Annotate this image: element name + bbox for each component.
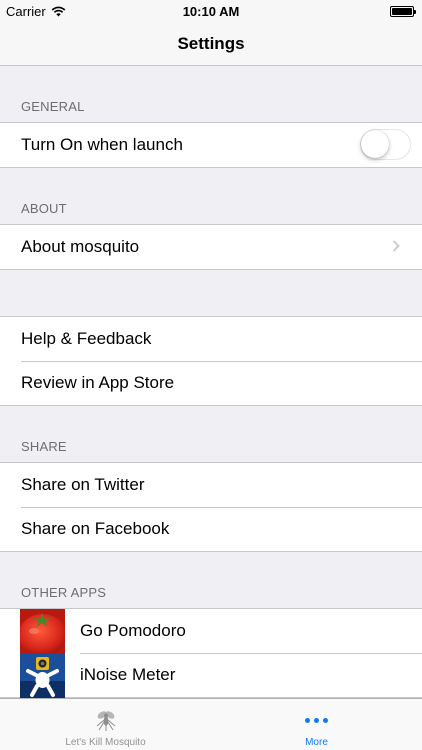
- share-facebook-cell[interactable]: Share on Facebook: [0, 507, 422, 551]
- tab-lets-kill-mosquito[interactable]: Let's Kill Mosquito: [0, 699, 211, 750]
- tomato-app-icon: [20, 608, 65, 654]
- settings-table[interactable]: GENERAL Turn On when launch ABOUT About …: [0, 66, 422, 698]
- group-share: Share on Twitter Share on Facebook: [0, 462, 422, 552]
- section-header-other-apps: OTHER APPS: [21, 585, 107, 600]
- group-support: Help & Feedback Review in App Store: [0, 316, 422, 406]
- group-about: About mosquito: [0, 224, 422, 270]
- review-app-store-cell[interactable]: Review in App Store: [0, 361, 422, 405]
- turn-on-when-launch-label: Turn On when launch: [21, 135, 183, 154]
- chevron-right-icon: [392, 240, 400, 252]
- group-general: Turn On when launch: [0, 122, 422, 168]
- tab-bar: Let's Kill Mosquito More: [0, 698, 422, 750]
- status-bar: Carrier 10:10 AM: [0, 0, 422, 22]
- navigation-bar: Settings: [0, 22, 422, 66]
- about-mosquito-label: About mosquito: [21, 237, 140, 256]
- app-go-pomodoro-label: Go Pomodoro: [80, 621, 186, 640]
- about-mosquito-cell[interactable]: About mosquito: [0, 225, 422, 269]
- battery-icon: [390, 6, 416, 17]
- status-time: 10:10 AM: [182, 4, 240, 19]
- group-other-apps: Go Pomodoro iNoise Meter: [0, 608, 422, 698]
- share-twitter-cell[interactable]: Share on Twitter: [0, 463, 422, 507]
- app-inoise-meter-label: iNoise Meter: [80, 665, 176, 684]
- app-inoise-meter-cell[interactable]: iNoise Meter: [0, 652, 422, 698]
- section-header-about: ABOUT: [21, 201, 67, 216]
- toggle-knob: [361, 130, 389, 158]
- help-feedback-cell[interactable]: Help & Feedback: [0, 317, 422, 361]
- turn-on-when-launch-cell: Turn On when launch: [0, 123, 422, 167]
- tab-lets-kill-mosquito-label: Let's Kill Mosquito: [65, 737, 146, 748]
- mosquito-icon: [93, 706, 119, 734]
- section-header-share: SHARE: [21, 439, 67, 454]
- section-header-general: GENERAL: [21, 99, 85, 114]
- share-twitter-label: Share on Twitter: [21, 475, 145, 494]
- app-go-pomodoro-cell[interactable]: Go Pomodoro: [0, 608, 422, 654]
- help-feedback-label: Help & Feedback: [21, 329, 152, 348]
- tab-more[interactable]: More: [211, 699, 422, 750]
- turn-on-when-launch-toggle[interactable]: [360, 129, 411, 160]
- share-facebook-label: Share on Facebook: [21, 519, 170, 538]
- review-app-store-label: Review in App Store: [21, 373, 175, 392]
- noise-meter-app-icon: [20, 652, 65, 698]
- tab-more-label: More: [305, 737, 328, 748]
- more-dots-icon: [305, 706, 328, 734]
- page-title: Settings: [177, 33, 245, 53]
